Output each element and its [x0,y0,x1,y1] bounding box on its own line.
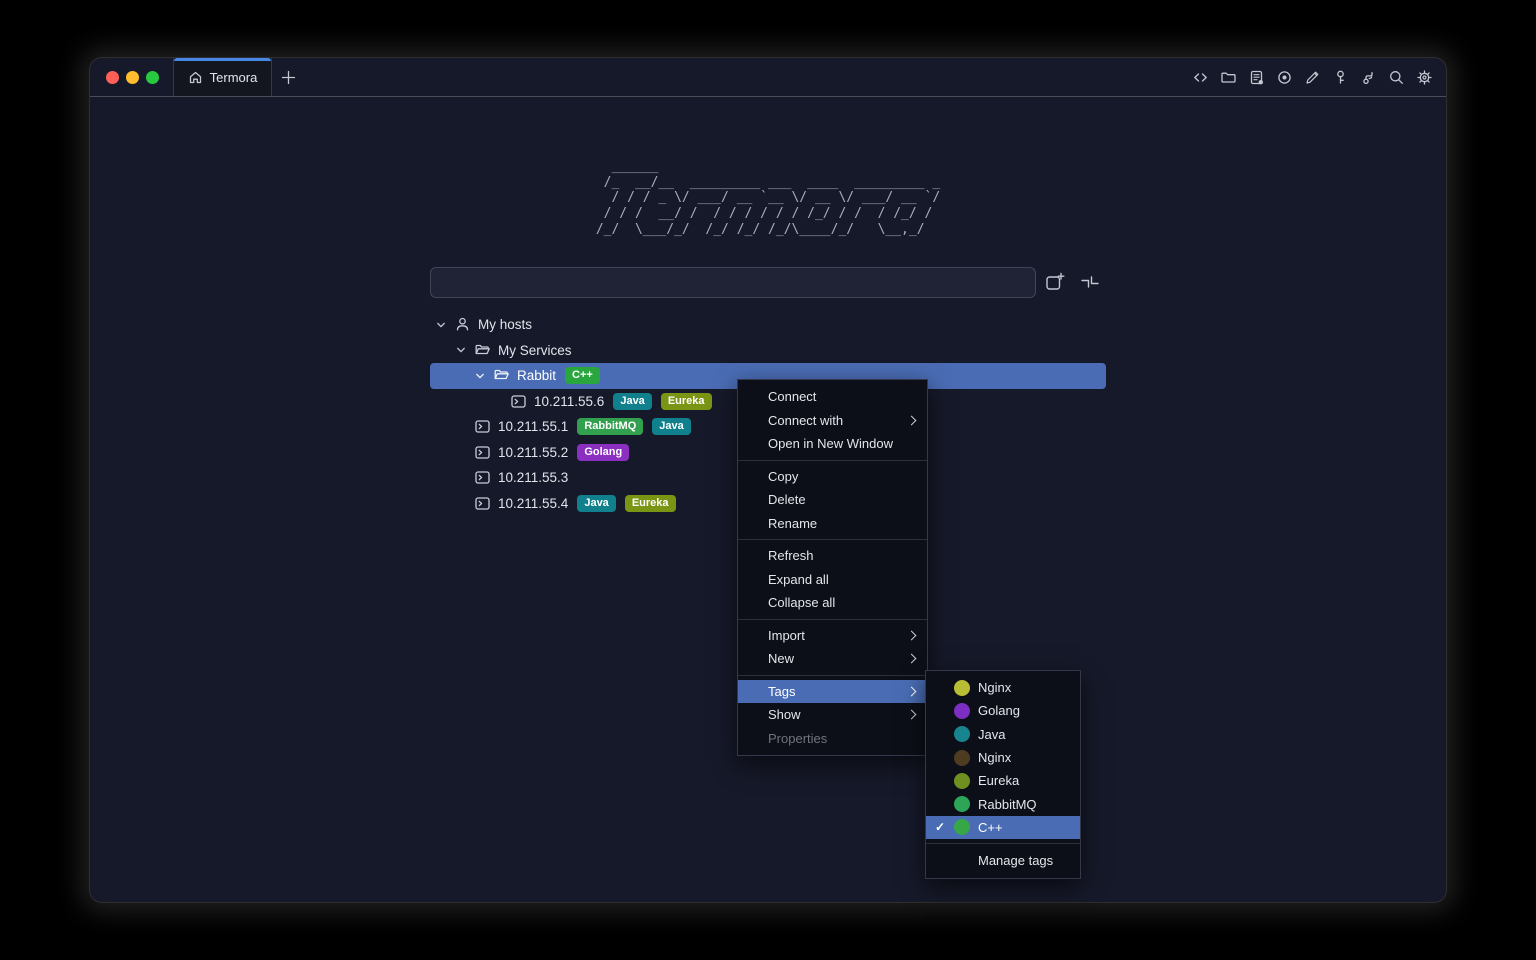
tag-color-dot [954,680,970,696]
submenu-item-java[interactable]: Java [926,723,1080,746]
tree-item-label: 10.211.55.2 [498,445,568,460]
desktop: Termora [0,0,1536,960]
close-window-button[interactable] [106,71,119,84]
submenu-item-eureka[interactable]: Eureka [926,769,1080,792]
tag-badge: Eureka [625,495,676,512]
menu-separator [926,843,1080,844]
tag-color-dot [954,796,970,812]
tag-badge: Golang [577,444,629,461]
code-icon[interactable] [1192,69,1209,86]
minimize-window-button[interactable] [126,71,139,84]
tag-color-dot [954,703,970,719]
tags-submenu: Nginx Golang Java Nginx Eureka [925,670,1081,879]
menu-item-rename[interactable]: Rename [738,512,927,536]
add-host-icon[interactable] [1043,270,1067,294]
tab-termora[interactable]: Termora [173,58,272,96]
user-icon [454,316,471,333]
toolbar [1192,58,1433,96]
menu-item-refresh[interactable]: Refresh [738,544,927,568]
chevron-right-icon [907,710,917,720]
tree-item-label: My hosts [478,317,532,332]
tree-item-label: 10.211.55.4 [498,496,568,511]
active-tab-indicator [174,58,271,61]
folder-open-icon [474,342,491,359]
record-icon[interactable] [1276,69,1293,86]
tag-color-dot [954,726,970,742]
folder-icon[interactable] [1220,69,1237,86]
menu-item-delete[interactable]: Delete [738,488,927,512]
edit-icon[interactable] [1304,69,1321,86]
menu-item-open-in-new-window[interactable]: Open in New Window [738,432,927,456]
submenu-item-cpp[interactable]: ✓ C++ [926,816,1080,839]
menu-item-show[interactable]: Show [738,703,927,727]
fork-icon[interactable] [1360,69,1377,86]
new-tab-button[interactable] [280,69,297,86]
tag-color-dot [954,773,970,789]
folder-open-icon [493,367,510,384]
menu-separator [738,675,927,676]
terminal-host-icon [474,469,491,486]
menu-item-collapse-all[interactable]: Collapse all [738,591,927,615]
tag-badge: Java [577,495,615,512]
tag-color-dot [954,819,970,835]
home-icon [188,70,203,85]
menu-separator [738,539,927,540]
menu-item-expand-all[interactable]: Expand all [738,568,927,592]
menu-item-new[interactable]: New [738,647,927,671]
tree-item-label: 10.211.55.1 [498,419,568,434]
titlebar: Termora [90,58,1446,97]
menu-separator [738,619,927,620]
search-input[interactable] [430,267,1036,298]
menu-item-connect-with[interactable]: Connect with [738,409,927,433]
ascii-logo: ______ /_ __/__ _________ ___ ____ _____… [596,159,940,238]
context-menu: Connect Connect with Open in New Window … [737,379,928,756]
tree-item-label: Rabbit [517,368,556,383]
submenu-item-golang[interactable]: Golang [926,699,1080,722]
chevron-down-icon[interactable] [473,369,487,383]
termora-window: Termora [90,58,1446,902]
tree-item-label: 10.211.55.3 [498,470,568,485]
submenu-item-manage-tags[interactable]: Manage tags [926,848,1080,873]
key-icon[interactable] [1332,69,1349,86]
main-content: ______ /_ __/__ _________ ___ ____ _____… [90,97,1446,902]
menu-item-connect[interactable]: Connect [738,385,927,409]
log-icon[interactable] [1248,69,1265,86]
settings-icon[interactable] [1416,69,1433,86]
terminal-host-icon [510,393,527,410]
terminal-host-icon [474,444,491,461]
terminal-host-icon [474,495,491,512]
submenu-item-nginx[interactable]: Nginx [926,676,1080,699]
chevron-right-icon [907,654,917,664]
tree-item-label: 10.211.55.6 [534,394,604,409]
tab-label: Termora [210,70,258,85]
menu-item-properties: Properties [738,727,927,751]
zoom-window-button[interactable] [146,71,159,84]
chevron-down-icon[interactable] [434,318,448,332]
search-icon[interactable] [1388,69,1405,86]
tag-badge: Eureka [661,393,712,410]
chevron-right-icon [907,415,917,425]
check-icon: ✓ [935,820,945,834]
tag-badge: RabbitMQ [577,418,643,435]
tag-badge: C++ [565,367,600,384]
submenu-item-rabbitmq[interactable]: RabbitMQ [926,792,1080,815]
tag-badge: Java [652,418,690,435]
tree-item-my-services[interactable]: My Services [430,338,1106,364]
chevron-down-icon[interactable] [454,343,468,357]
submenu-item-nginx-2[interactable]: Nginx [926,746,1080,769]
tag-badge: Java [613,393,651,410]
menu-item-tags[interactable]: Tags [738,680,927,704]
menu-separator [738,460,927,461]
terminal-host-icon [474,418,491,435]
tag-color-dot [954,750,970,766]
chevron-right-icon [907,686,917,696]
menu-item-import[interactable]: Import [738,624,927,648]
collapse-all-icon[interactable] [1078,270,1102,294]
tree-item-my-hosts[interactable]: My hosts [430,312,1106,338]
tree-item-label: My Services [498,343,572,358]
menu-item-copy[interactable]: Copy [738,465,927,489]
traffic-lights [106,71,159,84]
chevron-right-icon [907,630,917,640]
